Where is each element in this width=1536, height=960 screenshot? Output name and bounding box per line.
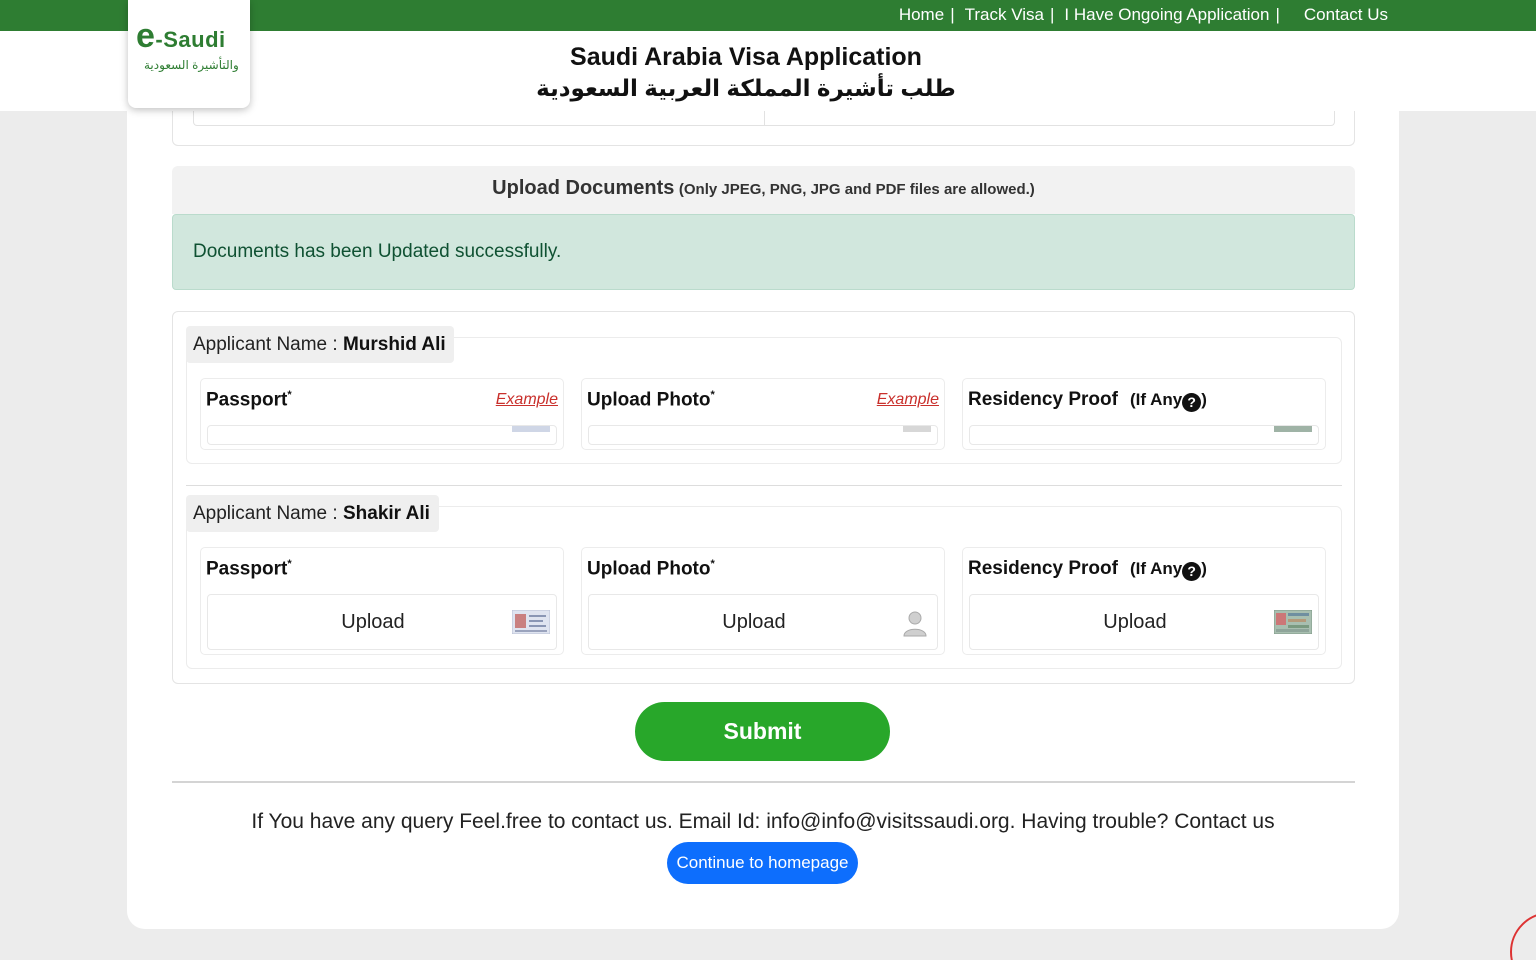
applicants-container: Passport* Example Upload Photo* Example …: [172, 311, 1355, 684]
residency-card-thumbnail-icon: [1274, 610, 1312, 634]
nav-separator: |: [950, 5, 955, 24]
passport-label: Passport*: [206, 389, 292, 411]
passport-thumbnail-icon: [512, 426, 550, 432]
question-circle-icon[interactable]: ?: [1182, 562, 1202, 581]
submit-button[interactable]: Submit: [635, 702, 890, 761]
previous-section-fields: [193, 111, 1335, 126]
upload-heading-note: (Only JPEG, PNG, JPG and PDF files are a…: [678, 181, 1035, 198]
applicant-name-tag: Applicant Name : Murshid Ali: [186, 326, 454, 363]
applicant-name-value: Murshid Ali: [342, 334, 446, 355]
nav-home-link[interactable]: Home: [899, 5, 944, 25]
applicant-name-label: Applicant Name :: [193, 503, 343, 524]
passport-upload-button[interactable]: Upload: [207, 594, 557, 650]
footer-contact-text: If You have any query Feel.free to conta…: [251, 810, 1275, 833]
site-logo[interactable]: e-Saudi والتأشيرة السعودية: [128, 0, 250, 108]
photo-doc-box: Upload Photo* Upload: [581, 547, 945, 655]
residency-label: Residency Proof (If Any?): [968, 558, 1207, 581]
applicant-name-label: Applicant Name :: [193, 334, 343, 355]
photo-label: Upload Photo*: [587, 558, 715, 580]
nav-ongoing-application-link[interactable]: I Have Ongoing Application: [1064, 5, 1269, 25]
residency-card-thumbnail-icon: [1274, 426, 1312, 432]
nav-separator: |: [1275, 5, 1280, 24]
question-circle-icon[interactable]: ?: [1182, 393, 1202, 412]
user-silhouette-icon: [903, 426, 931, 432]
applicant-name-value: Shakir Ali: [342, 503, 430, 524]
if-any-note: (If Any?): [1129, 390, 1207, 412]
passport-label: Passport*: [206, 558, 292, 580]
upload-heading-title: Upload Documents: [492, 177, 675, 199]
residency-upload-field[interactable]: [969, 425, 1319, 445]
success-alert: Documents has been Updated successfully.: [172, 214, 1355, 290]
if-any-text: (If Any: [1129, 390, 1183, 409]
passport-label-text: Passport: [206, 389, 288, 411]
passport-thumbnail-icon: [512, 610, 550, 634]
required-marker: *: [287, 558, 292, 570]
required-marker: *: [710, 389, 715, 401]
if-any-note: (If Any?): [1129, 559, 1207, 581]
nav-separator: |: [1049, 5, 1055, 24]
photo-example-link[interactable]: Example: [877, 391, 939, 409]
residency-doc-box: Residency Proof (If Any?) Upload: [962, 547, 1326, 655]
passport-doc-box: Passport* Upload: [200, 547, 564, 655]
logo-e: e: [136, 17, 156, 55]
photo-upload-field[interactable]: [588, 425, 938, 445]
passport-upload-field[interactable]: [207, 425, 557, 445]
photo-label-text: Upload Photo: [587, 558, 711, 580]
residency-label: Residency Proof (If Any?): [968, 389, 1207, 412]
photo-label-text: Upload Photo: [587, 389, 711, 411]
passport-doc-box: Passport* Example: [200, 378, 564, 450]
field-divider: [764, 111, 765, 126]
residency-label-text: Residency Proof: [968, 389, 1118, 410]
previous-section-box: [172, 111, 1355, 146]
nav-track-visa-link[interactable]: Track Visa: [965, 5, 1044, 25]
upload-label: Upload: [1103, 611, 1167, 633]
nav-contact-us-link[interactable]: Contact Us: [1304, 5, 1388, 25]
logo-wordmark: e-Saudi: [136, 19, 226, 53]
upload-label: Upload: [341, 611, 405, 633]
applicant-divider: [186, 485, 1342, 486]
residency-doc-box: Residency Proof (If Any?): [962, 378, 1326, 450]
logo-arabic-text: والتأشيرة السعودية: [144, 58, 239, 72]
passport-example-link[interactable]: Example: [496, 391, 558, 409]
continue-to-homepage-button[interactable]: Continue to homepage: [667, 842, 858, 884]
floating-widget-button[interactable]: [1510, 912, 1536, 960]
required-marker: *: [710, 558, 715, 570]
upload-label: Upload: [722, 611, 786, 633]
if-any-close: ): [1201, 390, 1207, 409]
photo-label: Upload Photo*: [587, 389, 715, 411]
residency-label-text: Residency Proof: [968, 558, 1118, 579]
user-silhouette-icon: [903, 611, 927, 637]
photo-doc-box: Upload Photo* Example: [581, 378, 945, 450]
passport-label-text: Passport: [206, 558, 288, 580]
main-card: Upload Documents (Only JPEG, PNG, JPG an…: [127, 111, 1399, 929]
footer-divider: [172, 781, 1355, 783]
upload-documents-heading: Upload Documents (Only JPEG, PNG, JPG an…: [172, 166, 1355, 214]
required-marker: *: [287, 389, 292, 401]
if-any-close: ): [1201, 559, 1207, 578]
if-any-text: (If Any: [1129, 559, 1183, 578]
applicant-name-tag: Applicant Name : Shakir Ali: [186, 495, 439, 532]
photo-upload-button[interactable]: Upload: [588, 594, 938, 650]
top-navigation: Home | Track Visa | I Have Ongoing Appli…: [899, 5, 1388, 25]
logo-text: -Saudi: [155, 27, 226, 52]
residency-upload-button[interactable]: Upload: [969, 594, 1319, 650]
